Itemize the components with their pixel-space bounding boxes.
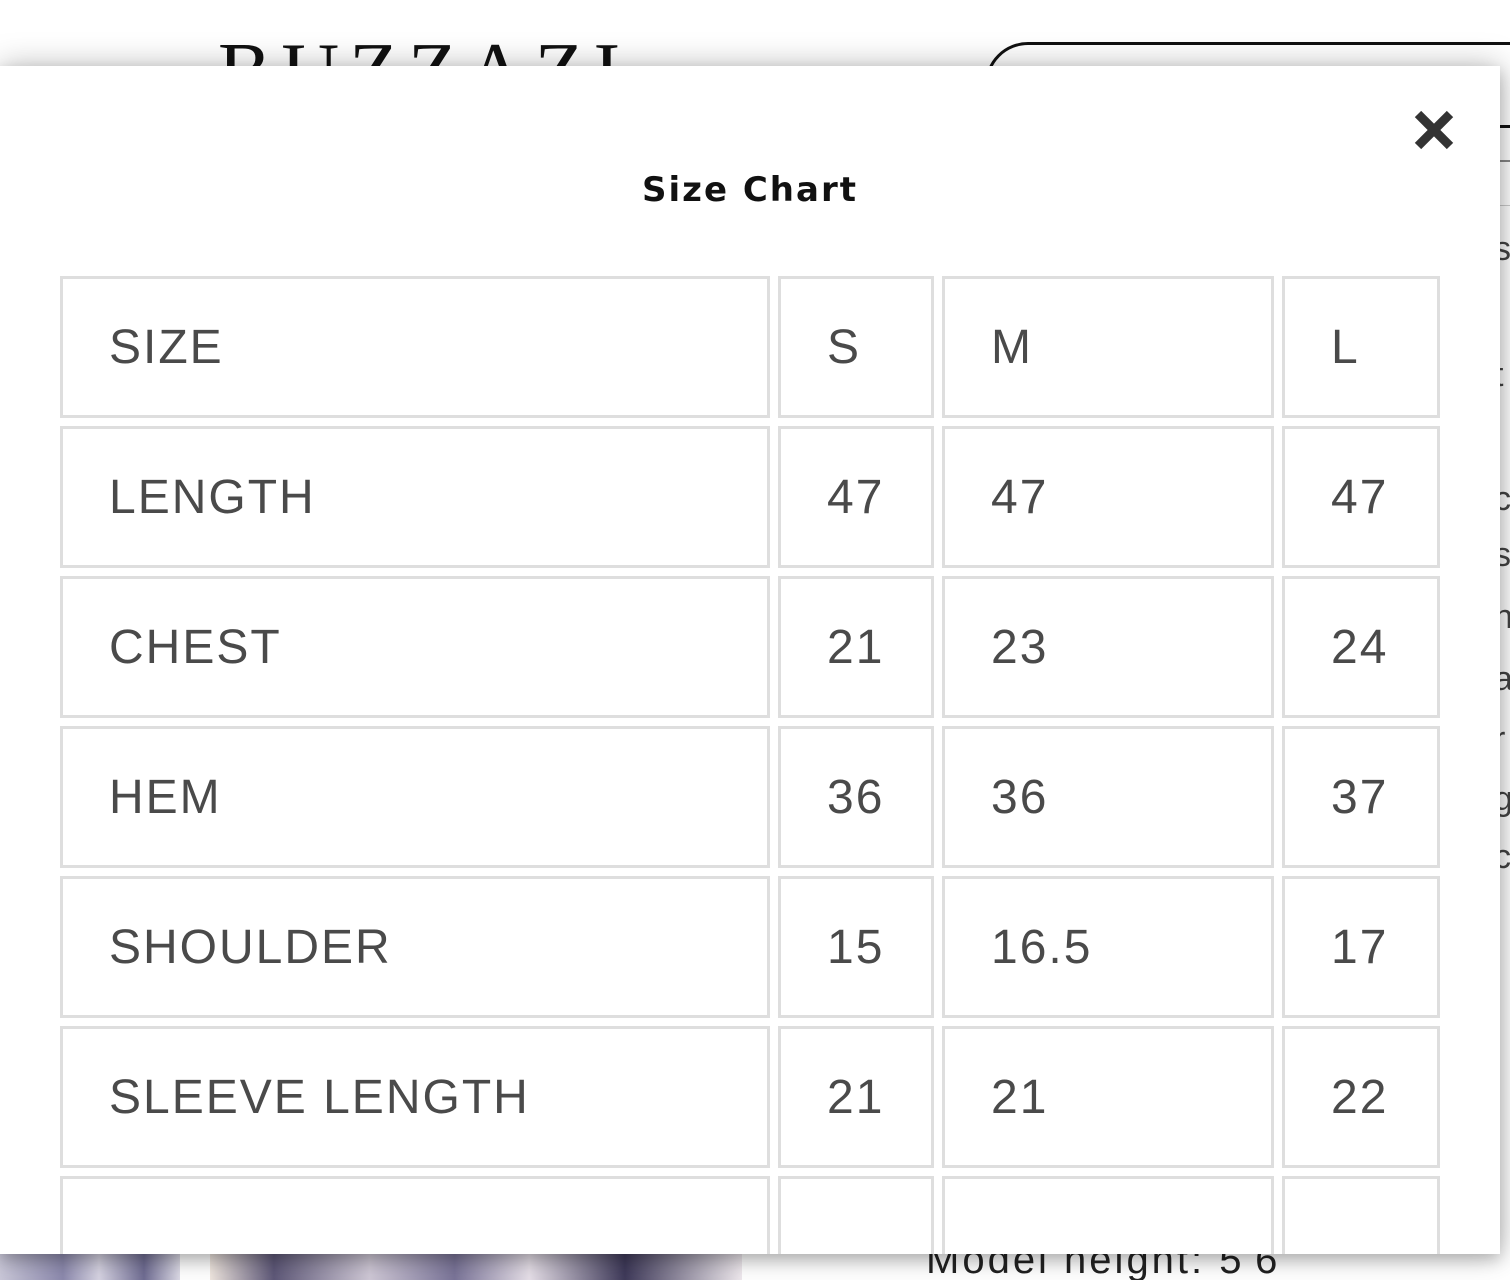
size-chart-table: SIZE S M L LENGTH 47 47 47 CHEST 21 23 2… — [52, 268, 1448, 1254]
table-header-row: SIZE S M L — [60, 276, 1440, 418]
table-cell: 15 — [778, 876, 934, 1018]
table-row-label: CHEST — [60, 576, 770, 718]
product-thumbnail[interactable] — [210, 1250, 742, 1280]
table-cell: 47 — [1282, 426, 1440, 568]
table-cell: 47 — [942, 426, 1274, 568]
table-cell: 23 — [942, 576, 1274, 718]
size-chart-modal: Size Chart SIZE S M L LENGTH 47 47 47 CH… — [0, 66, 1500, 1254]
table-header-cell: S — [778, 276, 934, 418]
table-cell: 16.5 — [942, 876, 1274, 1018]
table-cell: 21 — [942, 1026, 1274, 1168]
table-header-cell: SIZE — [60, 276, 770, 418]
table-row-label: SLEEVE LENGTH — [60, 1026, 770, 1168]
table-header-cell: L — [1282, 276, 1440, 418]
table-row: LENGTH 47 47 47 — [60, 426, 1440, 568]
table-row-label: LENGTH — [60, 426, 770, 568]
close-icon — [1414, 110, 1454, 150]
page: BUZZAZI s l t c s n a r g c Model height… — [0, 0, 1510, 1280]
table-cell: 36 — [942, 726, 1274, 868]
table-header-cell: M — [942, 276, 1274, 418]
table-cell: 47 — [778, 426, 934, 568]
table-cell — [942, 1176, 1274, 1254]
table-row: SLEEVE LENGTH 21 21 22 — [60, 1026, 1440, 1168]
table-cell — [778, 1176, 934, 1254]
modal-title: Size Chart — [642, 170, 858, 210]
table-cell: 36 — [778, 726, 934, 868]
table-row-label: HEM — [60, 726, 770, 868]
table-cell: 17 — [1282, 876, 1440, 1018]
table-row: HEM 36 36 37 — [60, 726, 1440, 868]
product-thumbnail[interactable] — [0, 1250, 180, 1280]
close-button[interactable] — [1408, 104, 1460, 156]
table-cell: 24 — [1282, 576, 1440, 718]
table-row: SHOULDER 15 16.5 17 — [60, 876, 1440, 1018]
table-cell: 21 — [778, 1026, 934, 1168]
table-row-label — [60, 1176, 770, 1254]
table-cell: 21 — [778, 576, 934, 718]
table-row — [60, 1176, 1440, 1254]
table-cell: 37 — [1282, 726, 1440, 868]
table-cell — [1282, 1176, 1440, 1254]
table-row-label: SHOULDER — [60, 876, 770, 1018]
table-row: CHEST 21 23 24 — [60, 576, 1440, 718]
table-cell: 22 — [1282, 1026, 1440, 1168]
